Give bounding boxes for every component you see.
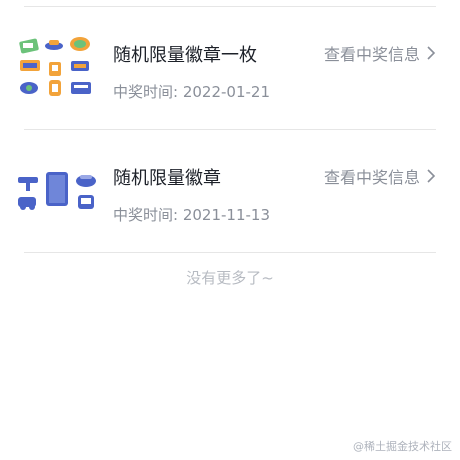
view-prize-info-link[interactable]: 查看中奖信息 [324, 41, 436, 65]
prize-title: 随机限量徽章 [113, 168, 221, 189]
item-divider [24, 252, 436, 253]
view-prize-info-link[interactable]: 查看中奖信息 [324, 164, 436, 188]
watermark: @稀土掘金技术社区 [353, 440, 452, 453]
badge-collage-icon [19, 37, 91, 96]
prize-date: 中奖时间: 2021-11-13 [113, 206, 270, 224]
view-prize-info-label: 查看中奖信息 [323, 168, 420, 187]
item-divider [24, 129, 436, 130]
badge-collage-icon [18, 172, 96, 210]
prize-title: 随机限量徽章一枚 [113, 45, 257, 66]
view-prize-info-label: 查看中奖信息 [323, 45, 420, 64]
chevron-right-icon [427, 46, 436, 60]
prize-item[interactable]: 随机限量徽章 中奖时间: 2021-11-13 查看中奖信息 [0, 157, 460, 257]
no-more-text: 没有更多了~ [186, 269, 274, 287]
prize-date: 中奖时间: 2022-01-21 [113, 83, 270, 101]
top-divider [24, 6, 436, 7]
chevron-right-icon [427, 169, 436, 183]
prize-item[interactable]: 随机限量徽章一枚 中奖时间: 2022-01-21 查看中奖信息 [0, 34, 460, 134]
